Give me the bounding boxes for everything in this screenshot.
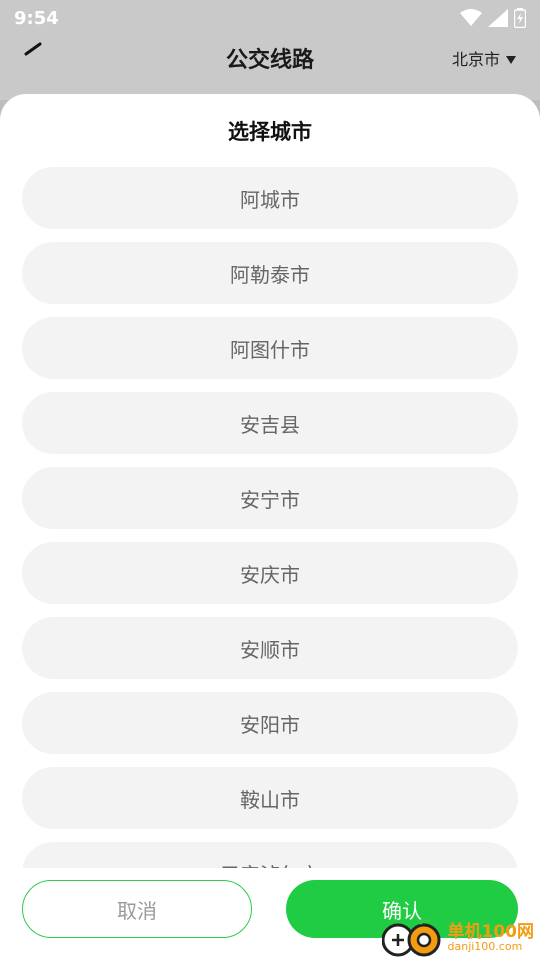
- city-list: 阿城市 阿勒泰市 阿图什市 安吉县 安宁市 安庆市 安顺市 安阳市 鞍山市 巴彦…: [22, 167, 518, 868]
- sheet-title: 选择城市: [228, 120, 312, 144]
- watermark-url: danji100.com: [447, 940, 523, 953]
- city-item[interactable]: 安庆市: [22, 542, 518, 604]
- watermark-text: 单机100网 danji100.com: [447, 922, 535, 953]
- status-time: 9:54: [14, 7, 59, 29]
- city-list-viewport[interactable]: 阿城市 阿勒泰市 阿图什市 安吉县 安宁市 安庆市 安顺市 安阳市 鞍山市 巴彦…: [0, 166, 540, 868]
- city-selector[interactable]: 北京市: [452, 46, 516, 70]
- city-item[interactable]: 安宁市: [22, 467, 518, 529]
- watermark-name: 单机100网: [447, 922, 535, 942]
- watermark-logo-icon: [381, 918, 444, 958]
- city-item[interactable]: 安阳市: [22, 692, 518, 754]
- wifi-icon: [460, 9, 482, 27]
- city-item[interactable]: 巴彦淖尔市: [22, 842, 518, 868]
- battery-icon: [514, 8, 526, 28]
- city-item[interactable]: 鞍山市: [22, 767, 518, 829]
- city-item[interactable]: 安吉县: [22, 392, 518, 454]
- signal-icon: [488, 9, 508, 27]
- watermark: 单机100网 danji100.com: [381, 918, 535, 958]
- city-item[interactable]: 阿勒泰市: [22, 242, 518, 304]
- city-item[interactable]: 阿图什市: [22, 317, 518, 379]
- city-picker-sheet: 选择城市 阿城市 阿勒泰市 阿图什市 安吉县 安宁市 安庆市 安顺市 安阳市 鞍…: [0, 94, 540, 960]
- city-item[interactable]: 阿城市: [22, 167, 518, 229]
- status-icons: [460, 8, 526, 28]
- chevron-down-icon: [506, 49, 516, 68]
- status-bar: 9:54: [0, 0, 540, 36]
- current-city: 北京市: [451, 50, 500, 69]
- cancel-button[interactable]: 取消: [22, 880, 252, 938]
- city-item[interactable]: 安顺市: [22, 617, 518, 679]
